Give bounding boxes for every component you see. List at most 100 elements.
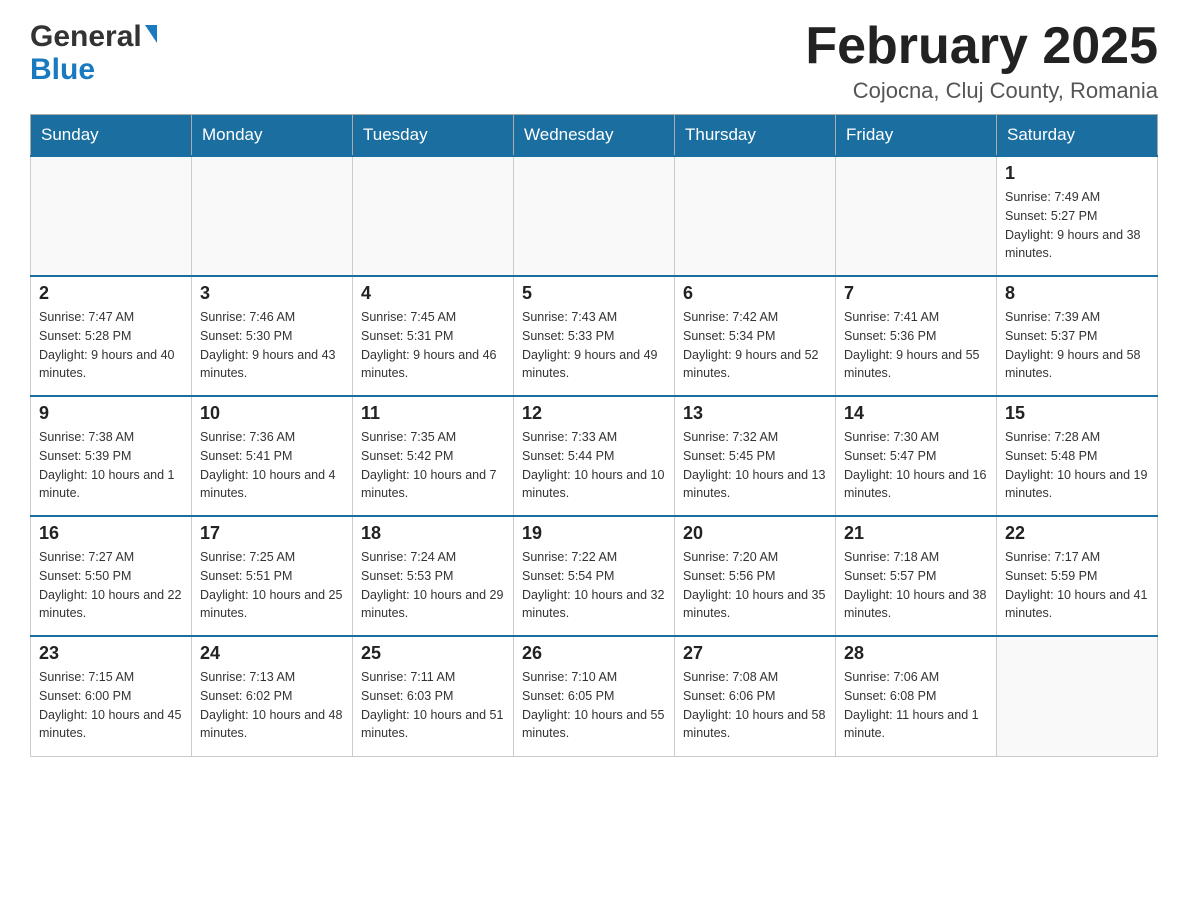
day-info: Sunrise: 7:35 AM Sunset: 5:42 PM Dayligh… (361, 428, 505, 503)
calendar-cell: 16 Sunrise: 7:27 AM Sunset: 5:50 PM Dayli… (31, 516, 192, 636)
day-number: 3 (200, 283, 344, 304)
calendar-cell: 5 Sunrise: 7:43 AM Sunset: 5:33 PM Daylig… (514, 276, 675, 396)
calendar-cell: 2 Sunrise: 7:47 AM Sunset: 5:28 PM Daylig… (31, 276, 192, 396)
day-number: 13 (683, 403, 827, 424)
calendar-cell: 22 Sunrise: 7:17 AM Sunset: 5:59 PM Dayli… (997, 516, 1158, 636)
week-row-2: 2 Sunrise: 7:47 AM Sunset: 5:28 PM Daylig… (31, 276, 1158, 396)
day-number: 10 (200, 403, 344, 424)
day-info: Sunrise: 7:36 AM Sunset: 5:41 PM Dayligh… (200, 428, 344, 503)
calendar-cell: 6 Sunrise: 7:42 AM Sunset: 5:34 PM Daylig… (675, 276, 836, 396)
calendar-cell: 1 Sunrise: 7:49 AM Sunset: 5:27 PM Daylig… (997, 156, 1158, 276)
day-number: 6 (683, 283, 827, 304)
day-number: 18 (361, 523, 505, 544)
calendar-cell: 15Sunrise: 7:28 AM Sunset: 5:48 PM Dayli… (997, 396, 1158, 516)
calendar-cell (353, 156, 514, 276)
page-subtitle: Cojocna, Cluj County, Romania (805, 78, 1158, 104)
logo: General Blue (30, 20, 157, 86)
calendar-cell (675, 156, 836, 276)
day-number: 4 (361, 283, 505, 304)
calendar-header-friday: Friday (836, 115, 997, 157)
day-number: 15 (1005, 403, 1149, 424)
day-info: Sunrise: 7:46 AM Sunset: 5:30 PM Dayligh… (200, 308, 344, 383)
day-info: Sunrise: 7:13 AM Sunset: 6:02 PM Dayligh… (200, 668, 344, 743)
day-info: Sunrise: 7:15 AM Sunset: 6:00 PM Dayligh… (39, 668, 183, 743)
day-number: 7 (844, 283, 988, 304)
calendar-cell: 13 Sunrise: 7:32 AM Sunset: 5:45 PM Dayli… (675, 396, 836, 516)
calendar-cell: 26Sunrise: 7:10 AM Sunset: 6:05 PM Dayli… (514, 636, 675, 756)
day-info: Sunrise: 7:41 AM Sunset: 5:36 PM Dayligh… (844, 308, 988, 383)
logo-blue-text: Blue (30, 53, 95, 86)
calendar-cell: 23 Sunrise: 7:15 AM Sunset: 6:00 PM Dayli… (31, 636, 192, 756)
day-number: 1 (1005, 163, 1149, 184)
week-row-5: 23 Sunrise: 7:15 AM Sunset: 6:00 PM Dayli… (31, 636, 1158, 756)
day-number: 26 (522, 643, 666, 664)
calendar-cell: 14 Sunrise: 7:30 AM Sunset: 5:47 PM Dayli… (836, 396, 997, 516)
day-info: Sunrise: 7:43 AM Sunset: 5:33 PM Dayligh… (522, 308, 666, 383)
title-block: February 2025 Cojocna, Cluj County, Roma… (805, 20, 1158, 104)
day-info: Sunrise: 7:20 AM Sunset: 5:56 PM Dayligh… (683, 548, 827, 623)
calendar-header-tuesday: Tuesday (353, 115, 514, 157)
day-number: 11 (361, 403, 505, 424)
calendar-cell (836, 156, 997, 276)
day-number: 22 (1005, 523, 1149, 544)
calendar-cell: 8 Sunrise: 7:39 AM Sunset: 5:37 PM Daylig… (997, 276, 1158, 396)
day-number: 2 (39, 283, 183, 304)
calendar-header-thursday: Thursday (675, 115, 836, 157)
day-info: Sunrise: 7:27 AM Sunset: 5:50 PM Dayligh… (39, 548, 183, 623)
day-info: Sunrise: 7:30 AM Sunset: 5:47 PM Dayligh… (844, 428, 988, 503)
calendar-cell: 21Sunrise: 7:18 AM Sunset: 5:57 PM Dayli… (836, 516, 997, 636)
calendar-cell: 28Sunrise: 7:06 AM Sunset: 6:08 PM Dayli… (836, 636, 997, 756)
calendar-header-row: SundayMondayTuesdayWednesdayThursdayFrid… (31, 115, 1158, 157)
day-info: Sunrise: 7:24 AM Sunset: 5:53 PM Dayligh… (361, 548, 505, 623)
day-number: 8 (1005, 283, 1149, 304)
calendar-header-sunday: Sunday (31, 115, 192, 157)
day-info: Sunrise: 7:32 AM Sunset: 5:45 PM Dayligh… (683, 428, 827, 503)
week-row-4: 16 Sunrise: 7:27 AM Sunset: 5:50 PM Dayli… (31, 516, 1158, 636)
calendar-header-saturday: Saturday (997, 115, 1158, 157)
calendar-cell: 4 Sunrise: 7:45 AM Sunset: 5:31 PM Daylig… (353, 276, 514, 396)
day-number: 9 (39, 403, 183, 424)
calendar-cell: 20 Sunrise: 7:20 AM Sunset: 5:56 PM Dayli… (675, 516, 836, 636)
calendar-cell (31, 156, 192, 276)
day-number: 27 (683, 643, 827, 664)
calendar-cell: 11 Sunrise: 7:35 AM Sunset: 5:42 PM Dayli… (353, 396, 514, 516)
day-number: 20 (683, 523, 827, 544)
day-number: 28 (844, 643, 988, 664)
day-number: 25 (361, 643, 505, 664)
calendar-cell: 25 Sunrise: 7:11 AM Sunset: 6:03 PM Dayli… (353, 636, 514, 756)
day-info: Sunrise: 7:49 AM Sunset: 5:27 PM Dayligh… (1005, 188, 1149, 263)
day-number: 23 (39, 643, 183, 664)
day-info: Sunrise: 7:25 AM Sunset: 5:51 PM Dayligh… (200, 548, 344, 623)
day-number: 12 (522, 403, 666, 424)
calendar-cell (192, 156, 353, 276)
calendar-cell: 24 Sunrise: 7:13 AM Sunset: 6:02 PM Dayli… (192, 636, 353, 756)
calendar-table: SundayMondayTuesdayWednesdayThursdayFrid… (30, 114, 1158, 757)
day-info: Sunrise: 7:22 AM Sunset: 5:54 PM Dayligh… (522, 548, 666, 623)
logo-arrow-icon (145, 25, 157, 43)
day-info: Sunrise: 7:11 AM Sunset: 6:03 PM Dayligh… (361, 668, 505, 743)
day-info: Sunrise: 7:17 AM Sunset: 5:59 PM Dayligh… (1005, 548, 1149, 623)
day-info: Sunrise: 7:39 AM Sunset: 5:37 PM Dayligh… (1005, 308, 1149, 383)
calendar-cell: 7 Sunrise: 7:41 AM Sunset: 5:36 PM Daylig… (836, 276, 997, 396)
page-header: General Blue February 2025 Cojocna, Cluj… (30, 20, 1158, 104)
day-info: Sunrise: 7:47 AM Sunset: 5:28 PM Dayligh… (39, 308, 183, 383)
calendar-cell (997, 636, 1158, 756)
calendar-cell: 18 Sunrise: 7:24 AM Sunset: 5:53 PM Dayli… (353, 516, 514, 636)
page-title: February 2025 (805, 20, 1158, 72)
day-info: Sunrise: 7:42 AM Sunset: 5:34 PM Dayligh… (683, 308, 827, 383)
day-number: 17 (200, 523, 344, 544)
day-number: 16 (39, 523, 183, 544)
day-info: Sunrise: 7:45 AM Sunset: 5:31 PM Dayligh… (361, 308, 505, 383)
calendar-cell (514, 156, 675, 276)
calendar-header-wednesday: Wednesday (514, 115, 675, 157)
calendar-cell: 27 Sunrise: 7:08 AM Sunset: 6:06 PM Dayli… (675, 636, 836, 756)
week-row-3: 9Sunrise: 7:38 AM Sunset: 5:39 PM Daylig… (31, 396, 1158, 516)
day-number: 14 (844, 403, 988, 424)
calendar-cell: 12Sunrise: 7:33 AM Sunset: 5:44 PM Dayli… (514, 396, 675, 516)
calendar-cell: 3 Sunrise: 7:46 AM Sunset: 5:30 PM Daylig… (192, 276, 353, 396)
calendar-cell: 17 Sunrise: 7:25 AM Sunset: 5:51 PM Dayli… (192, 516, 353, 636)
day-number: 5 (522, 283, 666, 304)
day-number: 24 (200, 643, 344, 664)
day-number: 21 (844, 523, 988, 544)
day-info: Sunrise: 7:08 AM Sunset: 6:06 PM Dayligh… (683, 668, 827, 743)
